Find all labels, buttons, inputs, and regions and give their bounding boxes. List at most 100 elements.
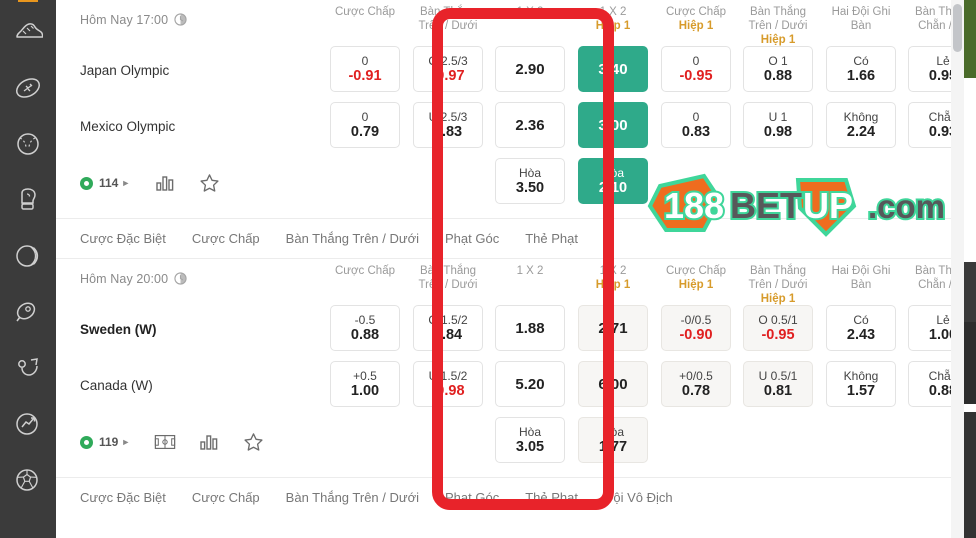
odds-cell[interactable]: 2.71 — [578, 305, 648, 351]
tab-1[interactable]: Cược Đặc Biệt — [80, 231, 166, 246]
match-time: Hôm Nay 17:00 — [80, 13, 169, 27]
column-header: 1 X 2 — [516, 265, 544, 277]
stats-bar-icon[interactable] — [152, 172, 178, 194]
sidebar-icon-soccer-shoe[interactable] — [0, 4, 56, 60]
odds-cell[interactable]: Có 1.66 — [826, 46, 896, 92]
tab-5[interactable]: Thẻ Phạt — [525, 490, 578, 505]
odds-cell[interactable]: O 2.5/3 -0.97 — [413, 46, 483, 92]
tab-1[interactable]: Cược Đặc Biệt — [80, 490, 166, 505]
column-header: 1 X 2 — [516, 6, 544, 18]
team-name[interactable]: Canada (W) — [80, 378, 153, 393]
column-header: Cược Chấp — [335, 265, 395, 277]
tab-3[interactable]: Bàn Thắng Trên / Dưới — [286, 231, 419, 246]
odds-cell[interactable]: U 1 0.98 — [743, 102, 813, 148]
column-header: Bàn Thắng Trên / Dưới Hiệp 1 — [748, 265, 808, 305]
odds-cell[interactable]: Hòa 1.77 — [578, 417, 648, 463]
sidebar-icon-table-tennis[interactable] — [0, 284, 56, 340]
odds-cell[interactable]: Không 1.57 — [826, 361, 896, 407]
clock-icon — [174, 272, 187, 288]
odds-cell[interactable]: U 0.5/1 0.81 — [743, 361, 813, 407]
odds-cell[interactable]: 5.20 — [495, 361, 565, 407]
tab-4[interactable]: Phạt Góc — [445, 490, 499, 505]
odds-cell[interactable]: Không 2.24 — [826, 102, 896, 148]
sidebar-icon-american-football[interactable] — [0, 60, 56, 116]
star-icon[interactable] — [196, 172, 222, 194]
odds-cell[interactable]: 3.00 — [578, 102, 648, 148]
chevron-right-icon[interactable]: ► — [121, 178, 130, 188]
column-header: Cược Chấp Hiệp 1 — [666, 6, 726, 32]
sidebar-icon-football[interactable] — [0, 452, 56, 508]
odds-cell[interactable]: Lẻ1.00 — [908, 305, 951, 351]
odds-cell[interactable]: 0 0.79 — [330, 102, 400, 148]
odds-cell[interactable]: Lẻ0.95 — [908, 46, 951, 92]
odds-cell[interactable]: U 1.5/2 -0.98 — [413, 361, 483, 407]
sidebar-icon-cricket-ball[interactable] — [0, 228, 56, 284]
team-name[interactable]: Sweden (W) — [80, 322, 157, 337]
odds-cell[interactable]: Hòa 3.05 — [495, 417, 565, 463]
sports-sidebar — [0, 0, 56, 538]
tab-5[interactable]: Thẻ Phạt — [525, 231, 578, 246]
match-time: Hôm Nay 20:00 — [80, 272, 169, 286]
tab-4[interactable]: Phạt Góc — [445, 231, 499, 246]
odds-cell[interactable]: O 1.5/2 0.84 — [413, 305, 483, 351]
right-edge-dark-block-3 — [964, 412, 976, 538]
odds-cell[interactable]: O 1 0.88 — [743, 46, 813, 92]
right-edge-dark-block-1 — [964, 262, 976, 322]
sidebar-icon-trending[interactable] — [0, 396, 56, 452]
tab-6[interactable]: Đội Vô Địch — [604, 490, 673, 505]
column-header: Bàn Thắng Trên / Dưới Hiệp 1 — [748, 6, 808, 46]
sidebar-icon-ice-hockey[interactable] — [0, 340, 56, 396]
sidebar-icon-baseball[interactable] — [0, 116, 56, 172]
live-stream-icon[interactable] — [80, 176, 93, 190]
match-list: Hôm Nay 17:00 Cược Chấp Bàn Thắng Trên / Dư… — [56, 0, 951, 538]
team-name[interactable]: Japan Olympic — [80, 63, 169, 78]
match-footer: 114 ► — [80, 172, 240, 194]
odds-cell[interactable]: 1.88 — [495, 305, 565, 351]
star-icon[interactable] — [240, 431, 266, 453]
live-stream-icon[interactable] — [80, 435, 93, 449]
odds-cell[interactable]: 0 -0.95 — [661, 46, 731, 92]
odds-cell[interactable]: U 2.5/3 0.83 — [413, 102, 483, 148]
column-header: Bàn ThắngChẵn / Lẻ — [914, 265, 951, 291]
right-edge-dark-block-2 — [964, 322, 976, 404]
tab-2[interactable]: Cược Chấp — [192, 490, 260, 505]
sidebar-icon-boxing-glove[interactable] — [0, 172, 56, 228]
market-tabs: Cược Đặc Biệt Cược Chấp Bàn Thắng Trên / D… — [56, 218, 951, 258]
betting-odds-page: Hôm Nay 17:00 Cược Chấp Bàn Thắng Trên / Dư… — [0, 0, 976, 538]
scrollbar-track[interactable] — [951, 0, 964, 538]
match-block: Hôm Nay 17:00 Cược Chấp Bàn Thắng Trên / Dư… — [56, 0, 951, 218]
odds-cell[interactable]: 0 0.83 — [661, 102, 731, 148]
scrollbar-thumb[interactable] — [953, 4, 962, 52]
market-tabs: Cược Đặc Biệt Cược Chấp Bàn Thắng Trên / D… — [56, 477, 951, 517]
stats-bar-icon[interactable] — [196, 431, 222, 453]
tab-2[interactable]: Cược Chấp — [192, 231, 260, 246]
odds-cell[interactable]: -0/0.5 -0.90 — [661, 305, 731, 351]
odds-cell[interactable]: O 0.5/1 -0.95 — [743, 305, 813, 351]
column-header: 1 X 2 Hiệp 1 — [595, 6, 631, 32]
odds-cell[interactable]: +0/0.5 0.78 — [661, 361, 731, 407]
column-header: Cược Chấp — [335, 6, 395, 18]
column-header: Bàn Thắng Trên / Dưới — [418, 6, 478, 32]
odds-cell[interactable]: Hòa 3.50 — [495, 158, 565, 204]
column-header: Hai Đội Ghi Bàn — [831, 265, 891, 291]
column-header: Cược Chấp Hiệp 1 — [666, 265, 726, 291]
odds-cell[interactable]: 2.36 — [495, 102, 565, 148]
odds-cell[interactable]: -0.5 0.88 — [330, 305, 400, 351]
team-name[interactable]: Mexico Olympic — [80, 119, 175, 134]
market-count: 114 — [99, 176, 119, 190]
odds-cell[interactable]: 0 -0.91 — [330, 46, 400, 92]
column-header: 1 X 2 Hiệp 1 — [595, 265, 631, 291]
tab-3[interactable]: Bàn Thắng Trên / Dưới — [286, 490, 419, 505]
odds-cell[interactable]: Chẵn0.88 — [908, 361, 951, 407]
pitch-icon[interactable] — [152, 431, 178, 453]
odds-cell[interactable]: 2.90 — [495, 46, 565, 92]
odds-cell[interactable]: 6.00 — [578, 361, 648, 407]
chevron-right-icon[interactable]: ► — [121, 437, 130, 447]
odds-cell[interactable]: Chẵn0.93 — [908, 102, 951, 148]
odds-cell[interactable]: Hòa 2.10 — [578, 158, 648, 204]
odds-cell[interactable]: Có 2.43 — [826, 305, 896, 351]
clock-icon — [174, 13, 187, 29]
odds-cell[interactable]: 3.40 — [578, 46, 648, 92]
odds-cell[interactable]: +0.5 1.00 — [330, 361, 400, 407]
column-header: Bàn ThắngChẵn / Lẻ — [914, 6, 951, 32]
